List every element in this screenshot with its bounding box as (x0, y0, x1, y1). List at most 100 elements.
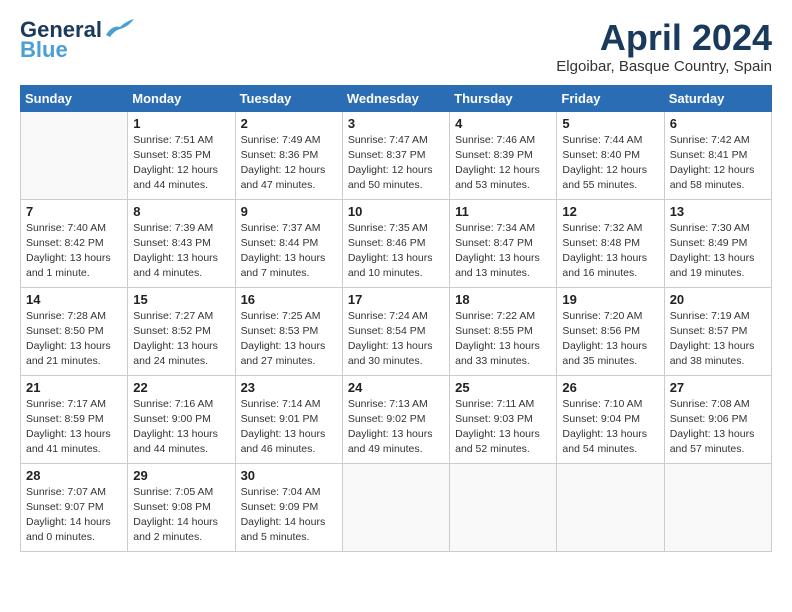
day-info: Sunrise: 7:35 AMSunset: 8:46 PMDaylight:… (348, 221, 444, 282)
calendar-cell: 26 Sunrise: 7:10 AMSunset: 9:04 PMDayligh… (557, 375, 664, 463)
day-header-wednesday: Wednesday (342, 85, 449, 111)
calendar-table: SundayMondayTuesdayWednesdayThursdayFrid… (20, 85, 772, 552)
calendar-cell: 29 Sunrise: 7:05 AMSunset: 9:08 PMDayligh… (128, 463, 235, 551)
calendar-cell: 7 Sunrise: 7:40 AMSunset: 8:42 PMDaylight… (21, 199, 128, 287)
calendar-cell: 14 Sunrise: 7:28 AMSunset: 8:50 PMDayligh… (21, 287, 128, 375)
day-number: 10 (348, 204, 444, 219)
calendar-title: April 2024 (556, 18, 772, 58)
day-info: Sunrise: 7:22 AMSunset: 8:55 PMDaylight:… (455, 309, 551, 370)
day-info: Sunrise: 7:27 AMSunset: 8:52 PMDaylight:… (133, 309, 229, 370)
day-number: 21 (26, 380, 122, 395)
day-number: 4 (455, 116, 551, 131)
day-number: 16 (241, 292, 337, 307)
day-number: 24 (348, 380, 444, 395)
calendar-cell (450, 463, 557, 551)
day-number: 17 (348, 292, 444, 307)
day-info: Sunrise: 7:10 AMSunset: 9:04 PMDaylight:… (562, 397, 658, 458)
calendar-cell: 16 Sunrise: 7:25 AMSunset: 8:53 PMDayligh… (235, 287, 342, 375)
calendar-cell: 20Sunrise: 7:19 AMSunset: 8:57 PMDayligh… (664, 287, 771, 375)
day-number: 23 (241, 380, 337, 395)
day-header-sunday: Sunday (21, 85, 128, 111)
calendar-cell: 28 Sunrise: 7:07 AMSunset: 9:07 PMDayligh… (21, 463, 128, 551)
day-number: 8 (133, 204, 229, 219)
day-header-monday: Monday (128, 85, 235, 111)
week-row-4: 21 Sunrise: 7:17 AMSunset: 8:59 PMDayligh… (21, 375, 772, 463)
day-info: Sunrise: 7:04 AMSunset: 9:09 PMDaylight:… (241, 485, 337, 546)
day-number: 18 (455, 292, 551, 307)
day-info: Sunrise: 7:14 AMSunset: 9:01 PMDaylight:… (241, 397, 337, 458)
day-info: Sunrise: 7:25 AMSunset: 8:53 PMDaylight:… (241, 309, 337, 370)
day-info: Sunrise: 7:40 AMSunset: 8:42 PMDaylight:… (26, 221, 122, 282)
day-info: Sunrise: 7:42 AMSunset: 8:41 PMDaylight:… (670, 133, 766, 194)
day-info: Sunrise: 7:37 AMSunset: 8:44 PMDaylight:… (241, 221, 337, 282)
logo: General Blue (20, 18, 136, 62)
day-number: 28 (26, 468, 122, 483)
calendar-cell: 3Sunrise: 7:47 AMSunset: 8:37 PMDaylight… (342, 111, 449, 199)
day-info: Sunrise: 7:44 AMSunset: 8:40 PMDaylight:… (562, 133, 658, 194)
day-info: Sunrise: 7:16 AMSunset: 9:00 PMDaylight:… (133, 397, 229, 458)
calendar-cell: 11 Sunrise: 7:34 AMSunset: 8:47 PMDayligh… (450, 199, 557, 287)
day-number: 9 (241, 204, 337, 219)
day-number: 14 (26, 292, 122, 307)
calendar-cell: 9 Sunrise: 7:37 AMSunset: 8:44 PMDaylight… (235, 199, 342, 287)
calendar-cell: 2 Sunrise: 7:49 AMSunset: 8:36 PMDaylight… (235, 111, 342, 199)
day-info: Sunrise: 7:17 AMSunset: 8:59 PMDaylight:… (26, 397, 122, 458)
day-number: 12 (562, 204, 658, 219)
day-info: Sunrise: 7:24 AMSunset: 8:54 PMDaylight:… (348, 309, 444, 370)
calendar-cell (664, 463, 771, 551)
day-header-saturday: Saturday (664, 85, 771, 111)
day-number: 22 (133, 380, 229, 395)
day-number: 1 (133, 116, 229, 131)
day-number: 5 (562, 116, 658, 131)
day-info: Sunrise: 7:51 AMSunset: 8:35 PMDaylight:… (133, 133, 229, 194)
header-row: SundayMondayTuesdayWednesdayThursdayFrid… (21, 85, 772, 111)
day-number: 11 (455, 204, 551, 219)
calendar-cell: 23 Sunrise: 7:14 AMSunset: 9:01 PMDayligh… (235, 375, 342, 463)
day-info: Sunrise: 7:39 AMSunset: 8:43 PMDaylight:… (133, 221, 229, 282)
day-number: 13 (670, 204, 766, 219)
day-info: Sunrise: 7:13 AMSunset: 9:02 PMDaylight:… (348, 397, 444, 458)
calendar-cell: 8 Sunrise: 7:39 AMSunset: 8:43 PMDaylight… (128, 199, 235, 287)
calendar-cell: 1 Sunrise: 7:51 AMSunset: 8:35 PMDaylight… (128, 111, 235, 199)
calendar-cell: 19 Sunrise: 7:20 AMSunset: 8:56 PMDayligh… (557, 287, 664, 375)
day-number: 7 (26, 204, 122, 219)
day-info: Sunrise: 7:05 AMSunset: 9:08 PMDaylight:… (133, 485, 229, 546)
day-info: Sunrise: 7:28 AMSunset: 8:50 PMDaylight:… (26, 309, 122, 370)
calendar-cell: 30Sunrise: 7:04 AMSunset: 9:09 PMDayligh… (235, 463, 342, 551)
calendar-cell: 17 Sunrise: 7:24 AMSunset: 8:54 PMDayligh… (342, 287, 449, 375)
calendar-cell: 25Sunrise: 7:11 AMSunset: 9:03 PMDayligh… (450, 375, 557, 463)
day-info: Sunrise: 7:32 AMSunset: 8:48 PMDaylight:… (562, 221, 658, 282)
logo-blue-text: Blue (20, 38, 68, 62)
week-row-2: 7 Sunrise: 7:40 AMSunset: 8:42 PMDaylight… (21, 199, 772, 287)
calendar-cell: 5 Sunrise: 7:44 AMSunset: 8:40 PMDaylight… (557, 111, 664, 199)
day-info: Sunrise: 7:49 AMSunset: 8:36 PMDaylight:… (241, 133, 337, 194)
calendar-cell: 15 Sunrise: 7:27 AMSunset: 8:52 PMDayligh… (128, 287, 235, 375)
day-number: 6 (670, 116, 766, 131)
day-number: 20 (670, 292, 766, 307)
calendar-subtitle: Elgoibar, Basque Country, Spain (556, 58, 772, 75)
logo-bird-icon (104, 17, 136, 39)
day-number: 25 (455, 380, 551, 395)
day-info: Sunrise: 7:07 AMSunset: 9:07 PMDaylight:… (26, 485, 122, 546)
day-number: 2 (241, 116, 337, 131)
calendar-cell: 10 Sunrise: 7:35 AMSunset: 8:46 PMDayligh… (342, 199, 449, 287)
calendar-cell (342, 463, 449, 551)
day-number: 29 (133, 468, 229, 483)
calendar-cell (21, 111, 128, 199)
week-row-1: 1 Sunrise: 7:51 AMSunset: 8:35 PMDaylight… (21, 111, 772, 199)
day-header-thursday: Thursday (450, 85, 557, 111)
calendar-cell: 21 Sunrise: 7:17 AMSunset: 8:59 PMDayligh… (21, 375, 128, 463)
day-number: 26 (562, 380, 658, 395)
day-info: Sunrise: 7:20 AMSunset: 8:56 PMDaylight:… (562, 309, 658, 370)
day-number: 15 (133, 292, 229, 307)
week-row-5: 28 Sunrise: 7:07 AMSunset: 9:07 PMDayligh… (21, 463, 772, 551)
day-header-friday: Friday (557, 85, 664, 111)
calendar-cell: 18 Sunrise: 7:22 AMSunset: 8:55 PMDayligh… (450, 287, 557, 375)
calendar-cell: 12 Sunrise: 7:32 AMSunset: 8:48 PMDayligh… (557, 199, 664, 287)
calendar-cell (557, 463, 664, 551)
day-info: Sunrise: 7:34 AMSunset: 8:47 PMDaylight:… (455, 221, 551, 282)
calendar-cell: 27Sunrise: 7:08 AMSunset: 9:06 PMDayligh… (664, 375, 771, 463)
day-header-tuesday: Tuesday (235, 85, 342, 111)
day-number: 19 (562, 292, 658, 307)
header: General Blue April 2024 Elgoibar, Basque… (20, 18, 772, 75)
